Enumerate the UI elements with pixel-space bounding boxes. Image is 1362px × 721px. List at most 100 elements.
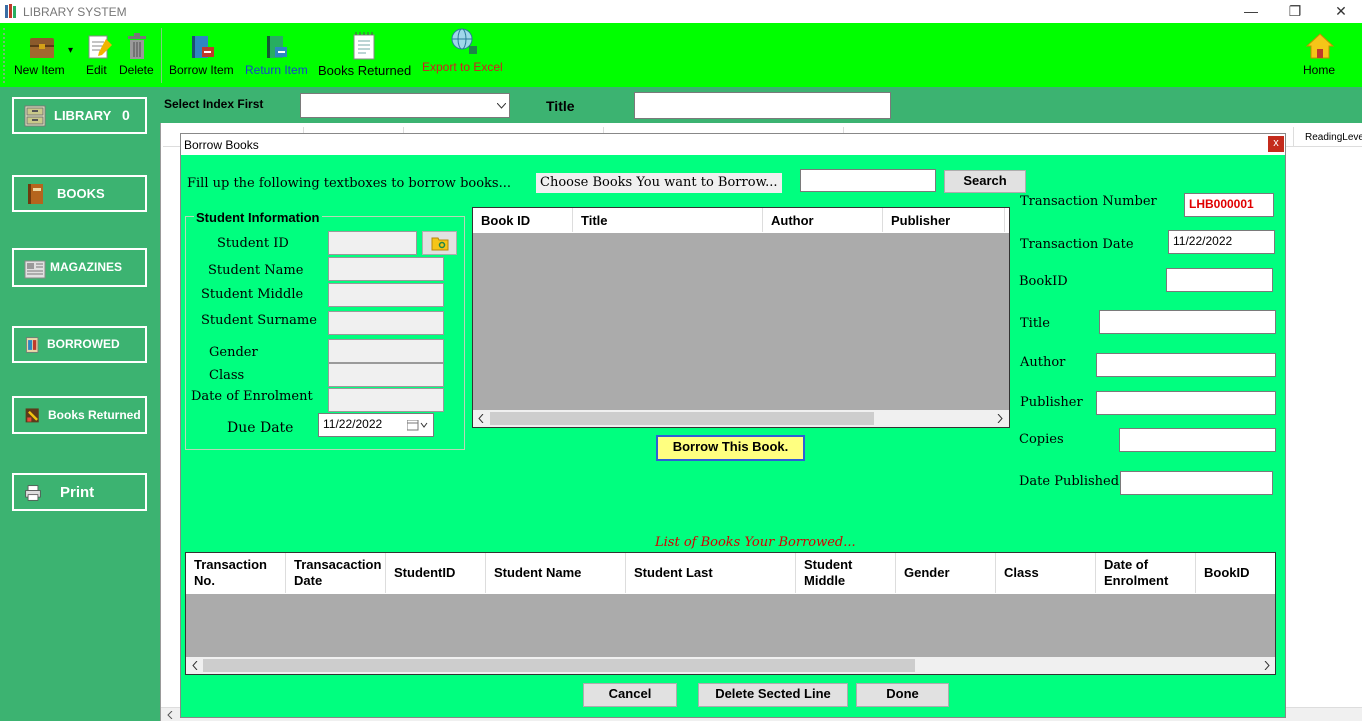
sidebar-item-library-label: LIBRARY — [54, 108, 112, 123]
toolbar-separator — [161, 28, 162, 83]
close-window-button[interactable]: ✕ — [1331, 2, 1351, 20]
title-field[interactable] — [1099, 310, 1276, 334]
book-grid-column-header[interactable]: Title — [573, 208, 763, 232]
home-button[interactable]: Home — [1302, 23, 1338, 87]
scroll-left-icon[interactable] — [478, 414, 484, 423]
sidebar-item-magazines[interactable]: MAGAZINES — [12, 248, 147, 287]
borrowed-grid-column-header[interactable]: BookID — [1196, 553, 1275, 593]
sidebar-item-print[interactable]: Print — [12, 473, 147, 511]
student-id-field[interactable] — [328, 231, 417, 255]
date-of-enrolment-label: Date of Enrolment — [191, 389, 313, 404]
student-middle-label: Student Middle — [201, 287, 304, 302]
book-grid[interactable]: Book ID Title Author Publisher — [472, 207, 1010, 428]
toolbar-grip[interactable] — [3, 28, 6, 83]
minimize-button[interactable]: — — [1241, 2, 1261, 20]
restore-button[interactable]: ❐ — [1285, 2, 1305, 20]
borrowed-grid-column-header[interactable]: Student Name — [486, 553, 626, 593]
title-search-input[interactable] — [634, 92, 891, 119]
due-date-picker[interactable]: 11/22/2022 — [318, 413, 434, 437]
borrowed-grid-column-header[interactable]: Class — [996, 553, 1096, 593]
student-id-label: Student ID — [217, 236, 289, 251]
class-field[interactable] — [328, 363, 444, 387]
scroll-left-icon[interactable] — [192, 661, 198, 670]
borrowed-books-grid[interactable]: Transaction No. Transacaction Date Stude… — [185, 552, 1276, 675]
book-grid-scroll-thumb[interactable] — [490, 412, 874, 425]
borrowed-grid-column-header[interactable]: Transaction No. — [186, 553, 286, 593]
publisher-label: Publisher — [1020, 395, 1083, 410]
delete-selected-line-button[interactable]: Delete Sected Line — [698, 683, 848, 707]
scroll-right-icon[interactable] — [1264, 661, 1270, 670]
scroll-right-icon[interactable] — [997, 414, 1003, 423]
copies-field[interactable] — [1119, 428, 1276, 452]
sidebar-item-books-returned[interactable]: Books Returned — [12, 396, 147, 434]
borrow-item-button[interactable]: Borrow Item — [168, 23, 236, 87]
borrowed-grid-column-header[interactable]: Gender — [896, 553, 996, 593]
book-grid-horizontal-scrollbar[interactable] — [473, 410, 1009, 427]
choose-books-label: Choose Books You want to Borrow... — [536, 173, 782, 193]
gender-field[interactable] — [328, 339, 444, 363]
window-title: LIBRARY SYSTEM — [23, 5, 127, 19]
borrowed-grid-horizontal-scrollbar[interactable] — [186, 657, 1275, 674]
student-middle-field[interactable] — [328, 283, 444, 307]
home-label: Home — [1303, 63, 1336, 77]
sidebar-item-borrowed[interactable]: BORROWED — [12, 326, 147, 363]
sidebar-item-library[interactable]: LIBRARY 0 — [12, 97, 147, 134]
gender-label: Gender — [209, 345, 258, 360]
borrowed-grid-column-header[interactable]: StudentID — [386, 553, 486, 593]
student-surname-field[interactable] — [328, 311, 444, 335]
transaction-date-label: Transaction Date — [1020, 237, 1134, 252]
library-count: 0 — [122, 107, 130, 123]
borrowed-grid-column-header[interactable]: Date of Enrolment — [1096, 553, 1196, 593]
edit-button[interactable]: Edit — [84, 23, 112, 87]
bookid-label: BookID — [1019, 274, 1068, 289]
transaction-number-field[interactable]: LHB000001 — [1184, 193, 1274, 217]
borrowed-grid-column-header[interactable]: Student Last — [626, 553, 796, 593]
cancel-button[interactable]: Cancel — [583, 683, 677, 707]
chevron-down-icon — [497, 103, 506, 109]
book-search-input[interactable] — [800, 169, 936, 192]
author-label: Author — [1020, 355, 1066, 370]
borrowed-grid-column-header[interactable]: Student Middle — [796, 553, 896, 593]
new-item-label: New Item — [14, 63, 65, 77]
done-button[interactable]: Done — [856, 683, 949, 707]
publisher-field[interactable] — [1096, 391, 1276, 415]
author-field[interactable] — [1096, 353, 1276, 377]
browse-student-button[interactable] — [422, 231, 457, 255]
bookid-field[interactable] — [1166, 268, 1273, 292]
home-icon — [1305, 33, 1335, 59]
new-item-button[interactable]: New Item ▾ — [12, 23, 73, 87]
books-returned-button[interactable]: Books Returned — [317, 23, 411, 87]
transaction-date-field[interactable]: 11/22/2022 — [1168, 230, 1275, 254]
dialog-title: Borrow Books — [184, 138, 259, 152]
return-item-button[interactable]: Return Item — [244, 23, 310, 87]
search-button[interactable]: Search — [944, 170, 1026, 193]
calendar-dropdown-icon[interactable] — [407, 420, 429, 431]
student-name-field[interactable] — [328, 257, 444, 281]
borrowed-grid-scroll-thumb[interactable] — [203, 659, 915, 672]
borrowed-list-caption: List of Books Your Borrowed... — [655, 535, 856, 550]
title-search-label: Title — [546, 98, 575, 114]
book-grid-column-header[interactable]: Book ID — [473, 208, 573, 232]
search-bar: Select Index First Title — [160, 87, 1362, 123]
dialog-close-button[interactable]: x — [1268, 136, 1284, 152]
borrowed-grid-column-header[interactable]: Transacaction Date — [286, 553, 386, 593]
book-grid-column-header[interactable]: Author — [763, 208, 883, 232]
new-item-dropdown-arrow-icon[interactable]: ▾ — [68, 45, 73, 56]
notepad-icon — [353, 32, 375, 60]
student-information-title: Student Information — [194, 210, 322, 225]
book-grid-header: Book ID Title Author Publisher — [473, 208, 1009, 233]
trash-can-icon — [128, 33, 146, 59]
date-published-field[interactable] — [1120, 471, 1273, 495]
return-book-icon — [267, 36, 287, 58]
index-label: Select Index First — [164, 97, 264, 111]
delete-button[interactable]: Delete — [118, 23, 156, 87]
scroll-left-icon[interactable] — [167, 711, 173, 719]
book-grid-column-header[interactable]: Publisher — [883, 208, 1005, 232]
sidebar-item-books[interactable]: BOOKS — [12, 175, 147, 212]
grid-column-header[interactable]: ReadingLeve — [1305, 132, 1362, 143]
index-select[interactable] — [300, 93, 510, 118]
export-to-excel-button[interactable]: Export to Excel — [421, 23, 511, 87]
date-of-enrolment-field[interactable] — [328, 388, 444, 412]
new-item-chest-icon — [30, 38, 54, 58]
borrow-this-book-button[interactable]: Borrow This Book. — [656, 435, 805, 461]
